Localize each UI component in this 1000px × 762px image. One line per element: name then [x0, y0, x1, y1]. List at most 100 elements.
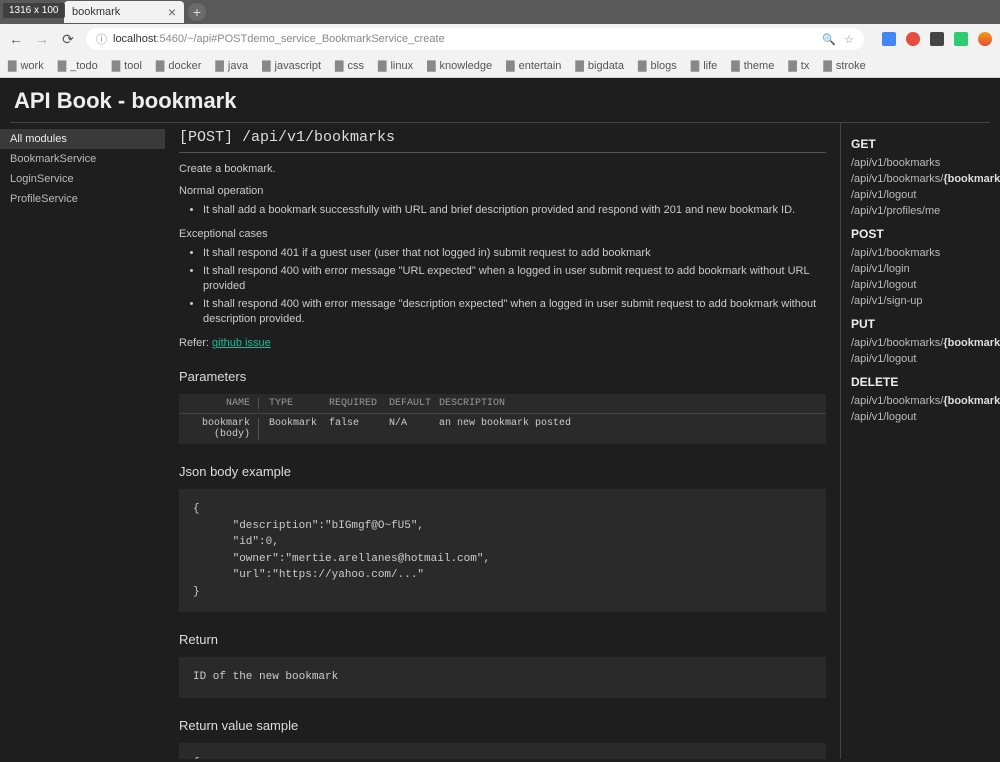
- url-port: :5460: [156, 33, 184, 45]
- new-tab-button[interactable]: +: [188, 3, 206, 21]
- sidebar-item[interactable]: LoginService: [0, 169, 165, 189]
- col-type: TYPE: [259, 398, 329, 409]
- extension-icon[interactable]: [882, 32, 896, 46]
- bookmark-label: blogs: [650, 60, 676, 72]
- folder-icon: ▇: [638, 59, 646, 72]
- bookmark-item[interactable]: ▇ javascript: [262, 59, 321, 72]
- refer-line: Refer: github issue: [179, 337, 826, 349]
- github-link[interactable]: github issue: [212, 337, 271, 349]
- endpoint-link[interactable]: /api/v1/bookmarks: [851, 245, 990, 261]
- bookmark-item[interactable]: ▇ tx: [788, 59, 809, 72]
- browser-tab[interactable]: bookmark ×: [64, 1, 184, 23]
- bookmark-item[interactable]: ▇ stroke: [823, 59, 865, 72]
- folder-icon: ▇: [335, 59, 343, 72]
- refer-label: Refer:: [179, 337, 212, 349]
- bookmark-item[interactable]: ▇ theme: [731, 59, 774, 72]
- folder-icon: ▇: [731, 59, 739, 72]
- folder-icon: ▇: [112, 59, 120, 72]
- url-path: /~/api#POSTdemo_service_BookmarkService_…: [184, 33, 445, 45]
- site-info-icon[interactable]: ⓘ: [96, 31, 107, 47]
- folder-icon: ▇: [427, 59, 435, 72]
- folder-icon: ▇: [215, 59, 223, 72]
- endpoint-link[interactable]: /api/v1/logout: [851, 187, 990, 203]
- extension-icon[interactable]: [954, 32, 968, 46]
- star-icon[interactable]: ☆: [844, 33, 854, 46]
- search-icon[interactable]: 🔍: [822, 33, 836, 46]
- dimension-badge: 1316 x 100: [3, 3, 65, 18]
- bookmark-item[interactable]: ▇ docker: [156, 59, 202, 72]
- json-body-example: { "description":"bIGmgf@O~fU5", "id":0, …: [179, 489, 826, 612]
- tab-title: bookmark: [72, 6, 120, 18]
- bookmark-label: stroke: [836, 60, 866, 72]
- bookmark-item[interactable]: ▇_todo: [58, 59, 98, 72]
- endpoint-link[interactable]: /api/v1/bookmarks/{bookmark}: [851, 171, 990, 187]
- bookmark-item[interactable]: ▇life: [691, 59, 718, 72]
- sidebar-item[interactable]: BookmarkService: [0, 149, 165, 169]
- bookmark-item[interactable]: ▇linux: [378, 59, 413, 72]
- return-heading: Return: [179, 632, 826, 647]
- bookmark-label: javascript: [275, 60, 321, 72]
- browser-chrome: bookmark × + ← → ⟳ ⓘ localhost:5460/~/ap…: [0, 0, 1000, 78]
- reload-button[interactable]: ⟳: [60, 31, 76, 48]
- bookmark-item[interactable]: ▇bigdata: [575, 59, 624, 72]
- bookmark-item[interactable]: ▇css: [335, 59, 364, 72]
- list-item: It shall respond 400 with error message …: [203, 297, 826, 328]
- col-desc: DESCRIPTION: [439, 398, 826, 409]
- col-name: NAME: [179, 398, 259, 409]
- list-item: It shall respond 401 if a guest user (us…: [203, 246, 826, 261]
- endpoint-link[interactable]: /api/v1/sign-up: [851, 293, 990, 309]
- bookmark-label: docker: [168, 60, 201, 72]
- bookmark-item[interactable]: ▇ knowledge: [427, 59, 492, 72]
- folder-icon: ▇: [156, 59, 164, 72]
- folder-icon: ▇: [823, 59, 831, 72]
- folder-icon: ▇: [262, 59, 270, 72]
- endpoint-link[interactable]: /api/v1/bookmarks: [851, 155, 990, 171]
- avatar[interactable]: [978, 32, 992, 46]
- address-bar[interactable]: ⓘ localhost:5460/~/api#POSTdemo_service_…: [86, 28, 864, 50]
- bookmark-label: work: [20, 60, 43, 72]
- bookmark-item[interactable]: ▇entertain: [506, 59, 561, 72]
- method-heading: POST: [851, 227, 990, 241]
- col-default: DEFAULT: [389, 398, 439, 409]
- extension-icon[interactable]: [930, 32, 944, 46]
- endpoint-link[interactable]: /api/v1/logout: [851, 351, 990, 367]
- folder-icon: ▇: [788, 59, 796, 72]
- bookmark-label: linux: [390, 60, 413, 72]
- bookmark-label: theme: [744, 60, 775, 72]
- return-sample: { "id":0 }: [179, 743, 826, 759]
- bookmark-label: java: [228, 60, 248, 72]
- close-icon[interactable]: ×: [168, 4, 176, 20]
- endpoint-link[interactable]: /api/v1/login: [851, 261, 990, 277]
- cell-desc: an new bookmark posted: [439, 418, 826, 440]
- bookmark-item[interactable]: ▇ tool: [112, 59, 142, 72]
- cell-required: false: [329, 418, 389, 440]
- bookmark-item[interactable]: ▇ java: [215, 59, 248, 72]
- folder-icon: ▇: [575, 59, 583, 72]
- right-sidebar: GET/api/v1/bookmarks/api/v1/bookmarks/{b…: [840, 123, 1000, 759]
- summary: Create a bookmark.: [179, 163, 826, 175]
- endpoint-link[interactable]: /api/v1/bookmarks/{bookmark}: [851, 335, 990, 351]
- table-header: NAME TYPE REQUIRED DEFAULT DESCRIPTION: [179, 394, 826, 414]
- page-title: API Book - bookmark: [0, 78, 1000, 122]
- bookmark-item[interactable]: ▇ blogs: [638, 59, 677, 72]
- bookmark-label: tx: [801, 60, 810, 72]
- forward-button[interactable]: →: [34, 31, 50, 47]
- bookmark-label: knowledge: [440, 60, 493, 72]
- sidebar-item[interactable]: ProfileService: [0, 189, 165, 209]
- extension-icon[interactable]: [906, 32, 920, 46]
- folder-icon: ▇: [506, 59, 514, 72]
- endpoint-link[interactable]: /api/v1/bookmarks/{bookmark}: [851, 393, 990, 409]
- main-content: [POST] /api/v1/bookmarks Create a bookma…: [165, 123, 840, 759]
- tab-strip: bookmark × +: [0, 0, 1000, 24]
- bookmark-label: tool: [124, 60, 142, 72]
- endpoint-link[interactable]: /api/v1/logout: [851, 277, 990, 293]
- sidebar-item[interactable]: All modules: [0, 129, 165, 149]
- bookmark-item[interactable]: ▇work: [8, 59, 44, 72]
- back-button[interactable]: ←: [8, 31, 24, 47]
- normal-heading: Normal operation: [179, 185, 826, 197]
- cell-name: bookmark (body): [179, 418, 259, 440]
- endpoint-link[interactable]: /api/v1/profiles/me: [851, 203, 990, 219]
- cell-type: Bookmark: [259, 418, 329, 440]
- endpoint-link[interactable]: /api/v1/logout: [851, 409, 990, 425]
- exceptional-heading: Exceptional cases: [179, 228, 826, 240]
